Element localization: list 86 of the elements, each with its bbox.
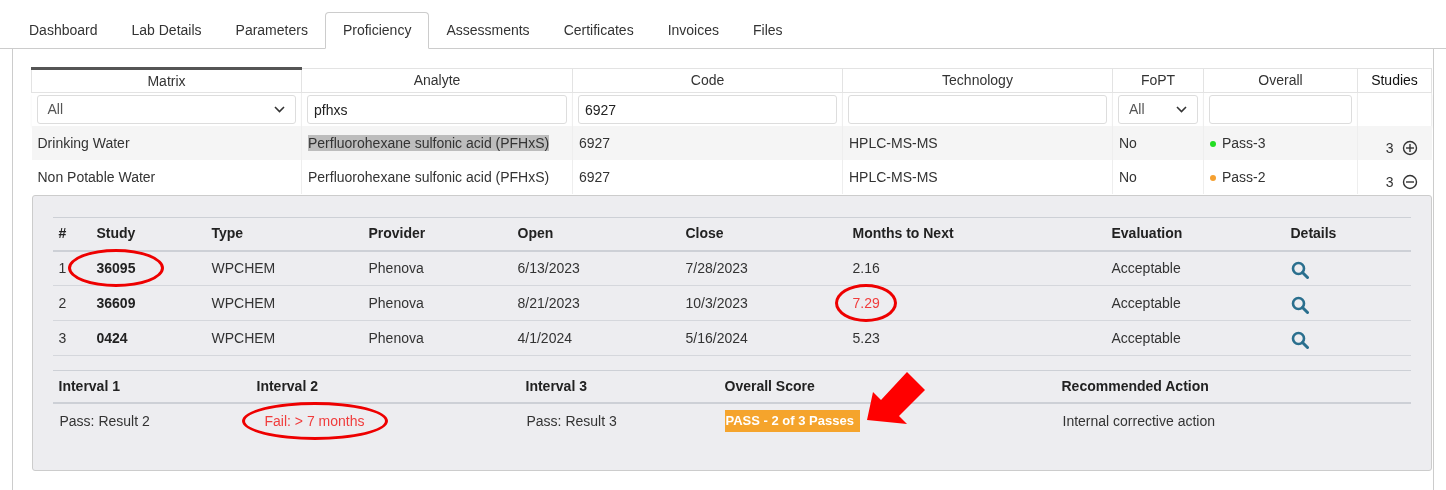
table-cell: WPCHEM [211,294,276,311]
table-cell: 5.23 [852,329,880,346]
status-text: Pass-2 [1222,168,1266,188]
status-text: Pass-3 [1222,134,1266,154]
column-header: # [58,225,67,242]
column-header: Overall Score [724,377,815,396]
tab[interactable]: Dashboard [12,12,115,48]
table-cell-text: Internal corrective action [1061,411,1216,431]
column-header: Interval 1 [58,377,120,396]
column-header: Details [1290,225,1337,242]
chevron-down-icon [274,106,285,113]
table-cell-text: Pass: Result 3 [525,411,617,431]
filter-field[interactable]: pfhxs [307,95,567,124]
study-count: 3 [1385,172,1394,192]
row-number: 2 [58,294,67,311]
filter-field[interactable]: 6927 [578,95,837,124]
column-header: Overall [1203,68,1358,93]
table-cell: WPCHEM [211,259,276,276]
table-cell: 5/16/2024 [685,329,748,346]
table-cell: Phenova [368,294,424,311]
column-header: Interval 3 [525,377,587,396]
tab[interactable]: Certificates [546,12,651,48]
search-icon[interactable] [1290,261,1309,280]
table-cell: Perfluorohexane sulfonic acid (PFHxS) [308,134,550,151]
tab[interactable]: Assessments [429,12,547,48]
dropdown[interactable]: All [36,95,296,124]
row-number: 1 [58,259,67,276]
annotation-arrow [866,370,927,426]
table-cell: Acceptable [1111,259,1181,276]
table-cell: Drinking Water [37,134,130,151]
search-icon[interactable] [1290,331,1309,349]
study-id: 36609 [96,294,136,311]
table-cell: WPCHEM [211,329,276,346]
column-header: Analyte [301,68,573,93]
table-cell: Fail: > 7 months [264,410,365,432]
study-id: 36095 [96,259,136,276]
column-header: Studies [1357,68,1432,93]
column-header: Open [517,225,554,242]
column-header: Evaluation [1111,225,1183,242]
table-cell: Phenova [368,329,424,346]
table-cell: 4/1/2024 [517,329,572,346]
table-cell: 8/21/2023 [517,294,580,311]
column-header: Recommended Action [1061,377,1209,396]
table-cell: HPLC-MS-MS [849,134,938,151]
collapse-icon[interactable] [1401,174,1418,190]
expand-icon[interactable] [1401,140,1418,156]
column-header: Months to Next [852,225,954,242]
table-cell: No [1119,168,1137,185]
column-header: Provider [368,225,426,242]
table-cell: 6927 [579,168,611,185]
table-cell-text: Pass: Result 2 [58,411,150,431]
table-cell: Phenova [368,259,424,276]
column-header: Interval 2 [256,377,318,396]
table-cell: 6/13/2023 [517,259,580,276]
table-cell: HPLC-MS-MS [849,168,938,185]
table-cell: Non Potable Water [37,168,156,185]
row-number: 3 [58,329,67,346]
search-icon[interactable] [1290,296,1309,314]
table-cell: 6927 [579,134,611,151]
column-header: Code [572,68,843,93]
table-cell: 10/3/2023 [685,294,748,311]
filter-field[interactable] [1209,95,1352,124]
filter-field[interactable] [848,95,1107,124]
study-id: 0424 [96,329,128,346]
annotation-ellipse [835,283,898,322]
table-cell: 7/28/2023 [685,259,748,276]
dropdown[interactable]: All [1118,95,1198,124]
table-cell: Acceptable [1111,294,1181,311]
table-cell: Perfluorohexane sulfonic acid (PFHxS) [308,168,550,185]
table-cell: 7.29 [852,294,880,311]
tab[interactable]: Files [736,12,800,48]
tab[interactable]: Parameters [218,12,325,48]
study-count: 3 [1385,138,1394,158]
tab[interactable]: Lab Details [114,12,219,48]
table-cell: No [1119,134,1137,151]
table-cell: Acceptable [1111,329,1181,346]
column-header: Close [685,225,724,242]
tab[interactable]: Invoices [650,12,736,48]
column-header: Study [96,225,136,242]
table-cell: 2.16 [852,259,880,276]
column-header: FoPT [1112,68,1204,93]
column-header: Type [211,225,244,242]
tab[interactable]: Proficiency [324,12,430,49]
column-header: Technology [842,68,1113,93]
score-badge: PASS - 2 of 3 Passes [724,410,860,432]
chevron-down-icon [1176,106,1187,113]
